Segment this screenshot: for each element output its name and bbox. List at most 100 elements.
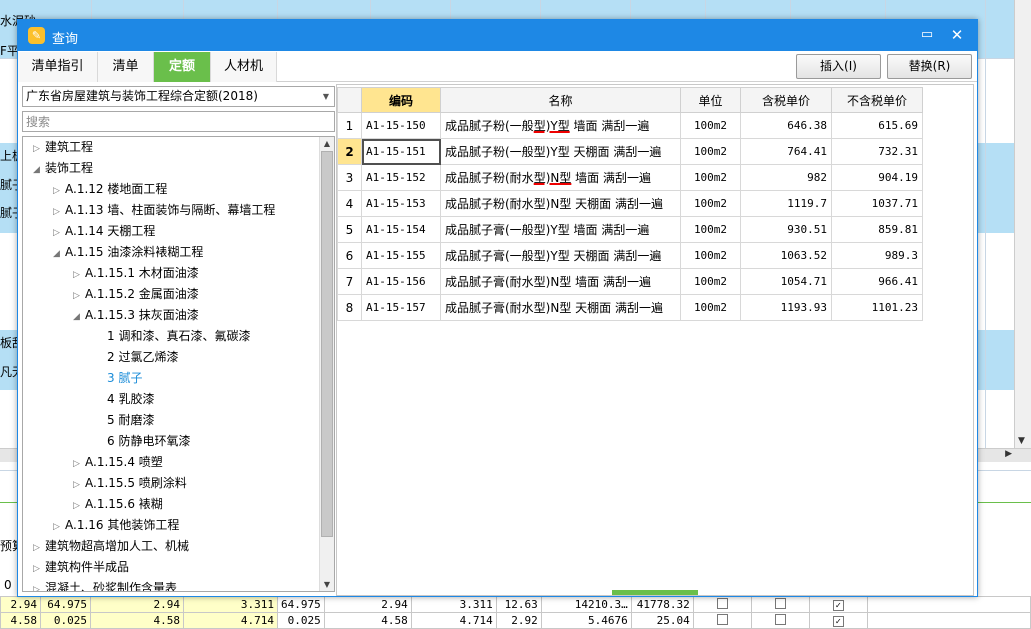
tree-toggle-icon[interactable]: ▷: [33, 139, 45, 160]
tree-toggle-icon[interactable]: ▷: [73, 265, 85, 286]
table-cell[interactable]: 4.714: [183, 612, 278, 629]
checkbox[interactable]: [716, 597, 728, 609]
quota-code-cell[interactable]: A1-15-157: [361, 294, 441, 321]
tree-node[interactable]: ▷ A.1.15.4 喷塑: [73, 452, 163, 473]
row-index[interactable]: 7: [337, 268, 362, 295]
tab-labor-material-machine[interactable]: 人材机: [211, 52, 277, 82]
tree-toggle-icon[interactable]: ▷: [73, 496, 85, 517]
quota-name-cell[interactable]: 成品腻子粉(一般型)Y型 墙面 满刮一遍: [440, 112, 681, 139]
minimize-icon[interactable]: ▭: [917, 26, 937, 44]
table-cell[interactable]: 0.025: [40, 612, 91, 629]
notax-price-cell[interactable]: 989.3: [831, 242, 923, 269]
table-cell[interactable]: 3.311: [410, 596, 497, 613]
tree-node[interactable]: 4 乳胶漆: [95, 389, 154, 410]
tree-toggle-icon[interactable]: ▷: [33, 538, 45, 559]
table-cell[interactable]: 4.58: [0, 612, 41, 629]
checkbox[interactable]: [774, 597, 786, 609]
quota-name-cell[interactable]: 成品腻子粉(耐水型)N型 天棚面 满刮一遍: [440, 190, 681, 217]
tax-price-cell[interactable]: 1063.52: [740, 242, 832, 269]
table-row[interactable]: 3 A1-15-152 成品腻子粉(耐水型)N型 墙面 满刮一遍 100m2 982 90…: [337, 164, 923, 191]
tab-quota[interactable]: 定额: [154, 52, 211, 82]
tree-toggle-icon[interactable]: ▷: [73, 454, 85, 475]
table-cell[interactable]: 2.92: [495, 612, 542, 629]
checkbox[interactable]: [716, 613, 728, 625]
row-index[interactable]: 5: [337, 216, 362, 243]
tree-node[interactable]: ▷ 建筑构件半成品: [33, 557, 129, 578]
quota-name-cell[interactable]: 成品腻子膏(耐水型)N型 墙面 满刮一遍: [440, 268, 681, 295]
table-header-notax-price[interactable]: 不含税单价: [831, 87, 923, 113]
quota-name-cell[interactable]: 成品腻子膏(一般型)Y型 天棚面 满刮一遍: [440, 242, 681, 269]
tree-node[interactable]: ▷ 建筑物超高增加人工、机械: [33, 536, 189, 557]
table-header-unit[interactable]: 单位: [680, 87, 741, 113]
table-cell[interactable]: 3.311: [183, 596, 278, 613]
checkbox[interactable]: [774, 613, 786, 625]
tree-node[interactable]: ◢ 装饰工程: [33, 158, 93, 179]
table-header-name[interactable]: 名称: [440, 87, 681, 113]
table-cell[interactable]: 2.94: [0, 596, 41, 613]
unit-cell[interactable]: 100m2: [680, 164, 741, 191]
table-cell[interactable]: 5.4676: [540, 612, 632, 629]
tree-node[interactable]: 1 调和漆、真石漆、氟碳漆: [95, 326, 250, 347]
tax-price-cell[interactable]: 1119.7: [740, 190, 832, 217]
table-cell[interactable]: 41778.32: [630, 596, 694, 613]
quota-code-cell[interactable]: A1-15-156: [361, 268, 441, 295]
table-row[interactable]: 1 A1-15-150 成品腻子粉(一般型)Y型 墙面 满刮一遍 100m2 646.3…: [337, 112, 923, 139]
table-row[interactable]: 6 A1-15-155 成品腻子膏(一般型)Y型 天棚面 满刮一遍 100m2 1063…: [337, 242, 923, 269]
tree-toggle-icon[interactable]: ▷: [53, 517, 65, 538]
quota-code-cell[interactable]: A1-15-155: [361, 242, 441, 269]
scroll-thumb[interactable]: [321, 151, 333, 537]
dialog-titlebar[interactable]: ✎ 查询 ▭ ✕: [18, 20, 977, 51]
table-row[interactable]: 5 A1-15-154 成品腻子膏(一般型)Y型 墙面 满刮一遍 100m2 930.5…: [337, 216, 923, 243]
insert-button[interactable]: 插入(I): [796, 54, 881, 79]
row-index[interactable]: 4: [337, 190, 362, 217]
tax-price-cell[interactable]: 764.41: [740, 138, 832, 165]
quota-code-cell[interactable]: A1-15-152: [361, 164, 441, 191]
table-cell[interactable]: 64.975: [40, 596, 91, 613]
quota-code-cell[interactable]: A1-15-153: [361, 190, 441, 217]
tree-node[interactable]: ▷ 混凝土、砂浆制作含量表: [33, 578, 177, 591]
table-cell[interactable]: 2.94: [90, 596, 184, 613]
tree-node[interactable]: 5 耐磨漆: [95, 410, 154, 431]
quota-name-cell[interactable]: 成品腻子粉(耐水型)N型 墙面 满刮一遍: [440, 164, 681, 191]
tree-toggle-icon[interactable]: ◢: [53, 244, 65, 265]
scroll-up-icon[interactable]: ▲: [321, 137, 333, 150]
tree-node[interactable]: 3 腻子: [95, 368, 142, 389]
quota-code-cell[interactable]: A1-15-154: [361, 216, 441, 243]
table-header-tax-price[interactable]: 含税单价: [740, 87, 832, 113]
row-index[interactable]: 6: [337, 242, 362, 269]
notax-price-cell[interactable]: 615.69: [831, 112, 923, 139]
notax-price-cell[interactable]: 1037.71: [831, 190, 923, 217]
table-cell[interactable]: 64.975: [277, 596, 325, 613]
table-cell[interactable]: 4.58: [90, 612, 184, 629]
tree-node[interactable]: 6 防静电环氧漆: [95, 431, 190, 452]
scroll-down-icon[interactable]: ▼: [1018, 436, 1025, 446]
table-row[interactable]: 2 A1-15-151 成品腻子粉(一般型)Y型 天棚面 满刮一遍 100m2 764.…: [337, 138, 923, 165]
tree-node[interactable]: ▷ A.1.15.1 木材面油漆: [73, 263, 199, 284]
table-row[interactable]: 7 A1-15-156 成品腻子膏(耐水型)N型 墙面 满刮一遍 100m2 1054.…: [337, 268, 923, 295]
tree-scrollbar[interactable]: ▲ ▼: [319, 137, 334, 591]
tree-toggle-icon[interactable]: ▷: [33, 580, 45, 591]
table-cell[interactable]: 0.025: [277, 612, 325, 629]
table-cell[interactable]: 4.714: [410, 612, 497, 629]
notax-price-cell[interactable]: 859.81: [831, 216, 923, 243]
quota-code-cell[interactable]: A1-15-150: [361, 112, 441, 139]
replace-button[interactable]: 替换(R): [887, 54, 972, 79]
checkbox-checked[interactable]: ✓: [832, 616, 844, 627]
table-cell[interactable]: 14210.3…: [540, 596, 632, 613]
tax-price-cell[interactable]: 646.38: [740, 112, 832, 139]
tree-node[interactable]: ▷ 建筑工程: [33, 137, 93, 158]
tree-toggle-icon[interactable]: ◢: [73, 307, 85, 328]
table-cell[interactable]: 2.94: [323, 596, 412, 613]
table-cell[interactable]: 4.58: [323, 612, 412, 629]
tax-price-cell[interactable]: 1193.93: [740, 294, 832, 321]
table-row[interactable]: 4 A1-15-153 成品腻子粉(耐水型)N型 天棚面 满刮一遍 100m2 1119…: [337, 190, 923, 217]
quota-library-select[interactable]: 广东省房屋建筑与装饰工程综合定额(2018) ▼: [22, 86, 335, 107]
tree-toggle-icon[interactable]: ▷: [33, 559, 45, 580]
tree-node[interactable]: ▷ A.1.12 楼地面工程: [53, 179, 167, 200]
tree-toggle-icon[interactable]: ▷: [73, 286, 85, 307]
tree-toggle-icon[interactable]: ▷: [53, 223, 65, 244]
dropdown-arrow-icon[interactable]: ▼: [323, 87, 329, 106]
tax-price-cell[interactable]: 982: [740, 164, 832, 191]
tree-node[interactable]: ▷ A.1.15.2 金属面油漆: [73, 284, 199, 305]
unit-cell[interactable]: 100m2: [680, 268, 741, 295]
